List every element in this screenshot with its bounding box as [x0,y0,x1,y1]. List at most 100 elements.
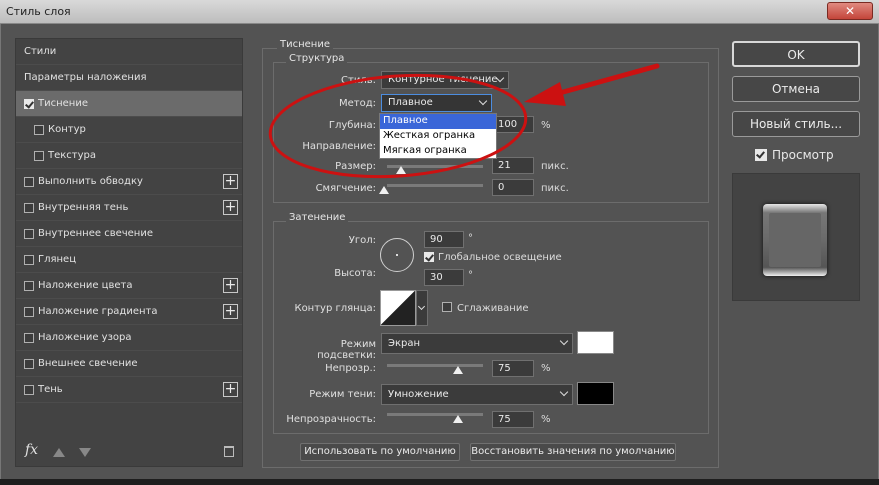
size-slider-thumb[interactable] [396,166,406,174]
size-input[interactable]: 21 [492,157,534,174]
shadow-opacity-unit: % [541,414,551,425]
style-item[interactable]: Наложение цвета + [16,273,242,299]
add-effect-plus-icon[interactable]: + [223,304,238,319]
size-unit: пикс. [541,161,569,172]
highlight-color-swatch[interactable] [577,331,614,354]
method-option[interactable]: Мягкая огранка [380,144,496,159]
global-light-checkbox[interactable] [424,252,434,262]
method-option[interactable]: Плавное [380,114,496,129]
make-default-button[interactable]: Использовать по умолчанию [300,443,460,461]
ok-button[interactable]: OK [732,41,860,67]
highlight-mode-select[interactable]: Экран [381,333,573,354]
arrow-up-icon[interactable] [53,448,65,457]
style-select[interactable]: Контурное тиснение [381,71,509,89]
style-item-checkbox[interactable] [34,151,44,161]
style-item-checkbox[interactable] [24,177,34,187]
chevron-down-icon [478,96,488,106]
style-item-checkbox[interactable] [24,385,34,395]
styles-panel: Стили Параметры наложения Тиснение Контур Те… [15,38,243,467]
gloss-contour-label: Контур глянца: [294,303,376,314]
add-effect-plus-icon[interactable]: + [223,174,238,189]
soften-slider-thumb[interactable] [379,186,389,194]
method-select[interactable]: Плавное [381,94,492,112]
trash-icon[interactable] [224,446,234,457]
highlight-opacity-input[interactable]: 75 [492,360,534,377]
style-item[interactable]: Тень + [16,377,242,403]
chevron-down-icon [417,302,426,311]
style-item-checkbox[interactable] [24,229,34,239]
altitude-input[interactable]: 30 [424,269,464,286]
fx-icon[interactable]: fx [25,442,38,458]
method-select-value: Плавное [388,97,433,108]
angle-label: Угол: [348,235,376,246]
reset-default-button[interactable]: Восстановить значения по умолчанию [470,443,676,461]
antialias-checkbox[interactable] [442,302,452,312]
style-item-label: Выполнить обводку [38,176,143,187]
style-item-label: Внутреннее свечение [38,228,153,239]
size-label: Размер: [335,161,376,172]
preview-tile [763,204,827,276]
style-item-checkbox[interactable] [24,359,34,369]
cancel-button[interactable]: Отмена [732,76,860,102]
style-item-checkbox[interactable] [24,203,34,213]
shadow-color-swatch[interactable] [577,382,614,405]
angle-dial-icon[interactable] [380,238,414,272]
soften-input[interactable]: 0 [492,179,534,196]
gloss-contour-swatch[interactable] [380,290,416,326]
shadow-opacity-thumb[interactable] [453,415,463,423]
gloss-contour-dropdown[interactable] [416,290,428,326]
method-dropdown-list: Плавное Жесткая огранка Мягкая огранка [379,113,497,159]
add-effect-plus-icon[interactable]: + [223,200,238,215]
style-item[interactable]: Наложение градиента + [16,299,242,325]
method-label: Метод: [338,98,376,109]
style-item[interactable]: Текстура [16,143,242,169]
method-option[interactable]: Жесткая огранка [380,129,496,144]
global-light-label: Глобальное освещение [438,252,562,263]
bottom-strip [0,479,879,485]
add-effect-plus-icon[interactable]: + [223,382,238,397]
style-item[interactable]: Глянец [16,247,242,273]
style-item[interactable]: Наложение узора [16,325,242,351]
preview-thumbnail [732,173,860,301]
style-item-checkbox[interactable] [24,255,34,265]
style-item[interactable]: Внешнее свечение [16,351,242,377]
shadow-opacity-input[interactable]: 75 [492,411,534,428]
style-label: Стиль: [341,75,376,86]
style-item-checkbox[interactable] [24,99,34,109]
window-title: Стиль слоя [6,5,71,18]
add-effect-plus-icon[interactable]: + [223,278,238,293]
style-item-label: Наложение градиента [38,306,158,317]
style-item[interactable]: Контур [16,117,242,143]
highlight-opacity-thumb[interactable] [453,366,463,374]
antialias-label: Сглаживание [457,303,529,314]
style-item[interactable]: Внутренняя тень + [16,195,242,221]
style-item[interactable]: Тиснение [16,91,242,117]
style-item-checkbox[interactable] [24,307,34,317]
preview-checkbox[interactable] [755,149,767,161]
close-button[interactable]: ✕ [827,2,873,20]
style-item-checkbox[interactable] [24,281,34,291]
title-bar: Стиль слоя ✕ [0,0,879,24]
style-item-checkbox[interactable] [34,125,44,135]
style-item-label: Наложение цвета [38,280,133,291]
style-item-checkbox[interactable] [24,333,34,343]
style-item[interactable]: Параметры наложения [16,65,242,91]
highlight-opacity-track[interactable] [387,364,483,367]
style-item-label: Стили [24,46,57,57]
angle-input[interactable]: 90 [424,231,464,248]
style-item[interactable]: Выполнить обводку + [16,169,242,195]
new-style-button[interactable]: Новый стиль... [732,111,860,137]
soften-label: Смягчение: [315,183,376,194]
style-item[interactable]: Стили [16,39,242,65]
arrow-down-icon[interactable] [79,448,91,457]
soften-slider-track[interactable] [387,184,483,187]
shadow-mode-select[interactable]: Умножение [381,384,573,405]
shadow-opacity-track[interactable] [387,413,483,416]
chevron-down-icon [559,336,569,346]
style-select-value: Контурное тиснение [388,74,498,85]
style-item-label: Текстура [48,150,97,161]
depth-input[interactable]: 100 [492,116,534,133]
angle-unit: ° [468,233,473,244]
altitude-unit: ° [468,270,473,281]
style-item[interactable]: Внутреннее свечение [16,221,242,247]
